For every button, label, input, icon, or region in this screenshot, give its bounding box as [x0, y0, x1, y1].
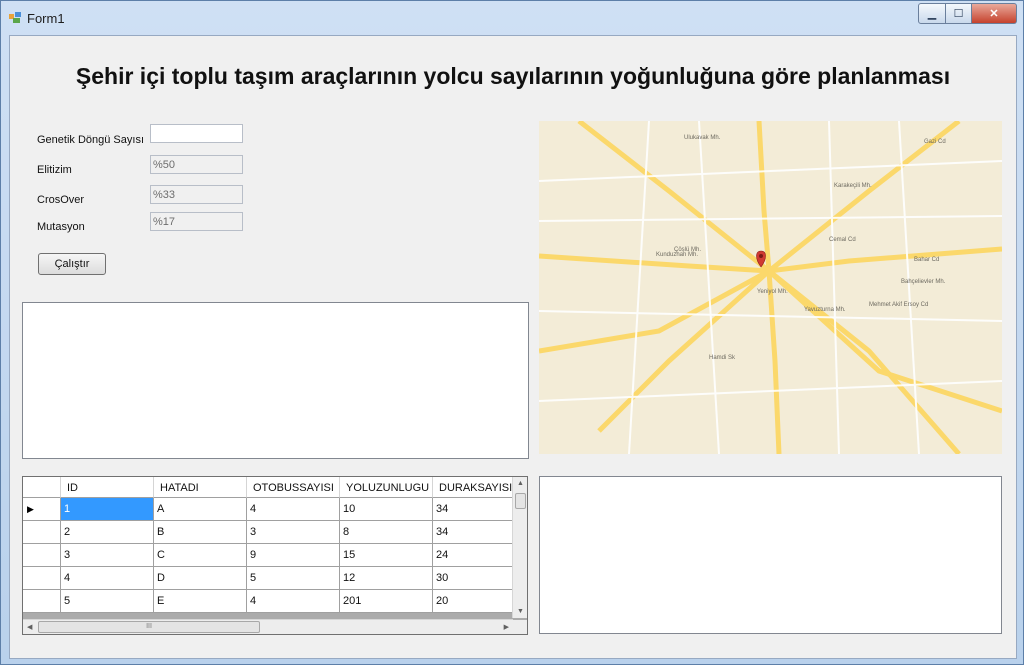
table-row[interactable]: 4 D 5 12 30	[23, 567, 515, 590]
table-cell[interactable]: 2	[61, 521, 154, 544]
maximize-icon: ☐	[953, 8, 964, 20]
row-selector[interactable]	[23, 590, 61, 613]
table-cell[interactable]: 201	[340, 590, 433, 613]
vertical-scroll-thumb[interactable]	[515, 493, 526, 509]
map-view[interactable]: Ulukavak Mh. Karakeçili Mh. Kunduzhan Mh…	[539, 121, 1002, 454]
scroll-left-icon[interactable]: ◀	[27, 623, 32, 631]
table-cell[interactable]: 9	[247, 544, 340, 567]
map-label-coslu: Çöşlü Mh.	[674, 247, 701, 253]
scrollbar-corner	[513, 620, 527, 634]
map-label-karakecili: Karakeçili Mh.	[834, 183, 872, 189]
close-button[interactable]: ✕	[972, 3, 1017, 24]
row-selector[interactable]	[23, 544, 61, 567]
genetik-label: Genetik Döngü Sayısı	[37, 134, 145, 146]
caption-buttons: ▁ ☐ ✕	[918, 3, 1017, 24]
table-row[interactable]: 2 B 3 8 34	[23, 521, 515, 544]
table-cell[interactable]: 30	[433, 567, 515, 590]
scroll-down-icon[interactable]: ▼	[517, 608, 524, 615]
title-bar[interactable]: Form1 ▁ ☐ ✕	[1, 1, 1023, 35]
scroll-right-icon[interactable]: ▶	[504, 623, 509, 631]
table-cell[interactable]: D	[154, 567, 247, 590]
map-label-bahar: Bahar Cd	[914, 257, 939, 263]
table-cell[interactable]: 4	[247, 590, 340, 613]
page-title: Şehir içi toplu taşım araçlarının yolcu …	[75, 63, 951, 89]
elitizm-label: Elitizim	[37, 164, 72, 176]
map-label-cemal: Cemal Cd	[829, 237, 856, 243]
output-panel[interactable]	[22, 302, 529, 459]
map-label-bahcelievler: Bahçelievler Mh.	[901, 279, 946, 285]
table-cell[interactable]: A	[154, 498, 247, 521]
map-label-yeniyol: Yeniyol Mh.	[757, 289, 788, 295]
map-label-yavuzturna: Yavuzturna Mh.	[804, 307, 846, 313]
table-cell[interactable]: 5	[61, 590, 154, 613]
vertical-scrollbar[interactable]: ▲ ▼	[512, 477, 527, 618]
table-cell[interactable]: B	[154, 521, 247, 544]
table-cell[interactable]: 34	[433, 521, 515, 544]
table-cell[interactable]: 3	[61, 544, 154, 567]
header-corner	[23, 477, 61, 498]
close-icon: ✕	[989, 8, 999, 20]
crossover-field[interactable]: %33	[150, 185, 243, 204]
table-cell[interactable]: E	[154, 590, 247, 613]
run-button[interactable]: Çalıştır	[38, 253, 106, 275]
minimize-button[interactable]: ▁	[918, 3, 946, 24]
table-cell[interactable]: 4	[61, 567, 154, 590]
table-row[interactable]: ▶ 1 A 4 10 34	[23, 498, 515, 521]
map-label-mehmetakif: Mehmet Akif Ersoy Cd	[869, 302, 928, 308]
map-label-ulukavak: Ulukavak Mh.	[684, 135, 721, 141]
data-grid[interactable]: ID HATADI OTOBUSSAYISI YOLUZUNLUGU DURAK…	[22, 476, 528, 635]
table-cell[interactable]: 8	[340, 521, 433, 544]
crossover-label: CrosOver	[37, 194, 85, 206]
table-cell[interactable]: 3	[247, 521, 340, 544]
maximize-button[interactable]: ☐	[946, 3, 972, 24]
table-row[interactable]: 5 E 4 201 20	[23, 590, 515, 613]
map-label-gazi: Gazi Cd	[924, 139, 946, 145]
genetik-input[interactable]	[150, 124, 243, 143]
table-cell[interactable]: 5	[247, 567, 340, 590]
elitizm-field[interactable]: %50	[150, 155, 243, 174]
table-cell[interactable]: C	[154, 544, 247, 567]
mutasyon-field[interactable]: %17	[150, 212, 243, 231]
col-header-duraksayisi[interactable]: DURAKSAYISI	[433, 477, 515, 498]
mutasyon-label: Mutasyon	[37, 221, 85, 233]
minimize-icon: ▁	[927, 8, 937, 20]
app-icon	[9, 12, 21, 23]
col-header-hatadi[interactable]: HATADI	[154, 477, 247, 498]
table-cell[interactable]: 24	[433, 544, 515, 567]
table-row[interactable]: 3 C 9 15 24	[23, 544, 515, 567]
main-window: Form1 ▁ ☐ ✕ Şehir içi toplu taşım araçla…	[0, 0, 1024, 665]
table-cell[interactable]: 1	[61, 498, 154, 521]
col-header-id[interactable]: ID	[61, 477, 154, 498]
table-cell[interactable]: 15	[340, 544, 433, 567]
row-selector[interactable]	[23, 567, 61, 590]
grid-header: ID HATADI OTOBUSSAYISI YOLUZUNLUGU DURAK…	[23, 477, 515, 498]
horizontal-scroll-thumb[interactable]: III	[38, 621, 260, 633]
table-cell[interactable]: 34	[433, 498, 515, 521]
window-title: Form1	[27, 11, 65, 26]
table-cell[interactable]: 4	[247, 498, 340, 521]
scroll-up-icon[interactable]: ▲	[517, 480, 524, 487]
map-label-hamdi: Hamdi Sk	[709, 355, 736, 361]
form-client-area: Şehir içi toplu taşım araçlarının yolcu …	[9, 35, 1017, 659]
table-cell[interactable]: 12	[340, 567, 433, 590]
row-selector[interactable]: ▶	[23, 498, 61, 521]
table-cell[interactable]: 10	[340, 498, 433, 521]
col-header-otobussayisi[interactable]: OTOBUSSAYISI	[247, 477, 340, 498]
col-header-yoluzunlugu[interactable]: YOLUZUNLUGU	[340, 477, 433, 498]
result-panel[interactable]	[539, 476, 1002, 634]
map-roads: Ulukavak Mh. Karakeçili Mh. Kunduzhan Mh…	[539, 121, 1002, 454]
table-cell[interactable]: 20	[433, 590, 515, 613]
horizontal-scrollbar[interactable]: ◀ III ▶	[23, 619, 513, 634]
row-selector[interactable]	[23, 521, 61, 544]
